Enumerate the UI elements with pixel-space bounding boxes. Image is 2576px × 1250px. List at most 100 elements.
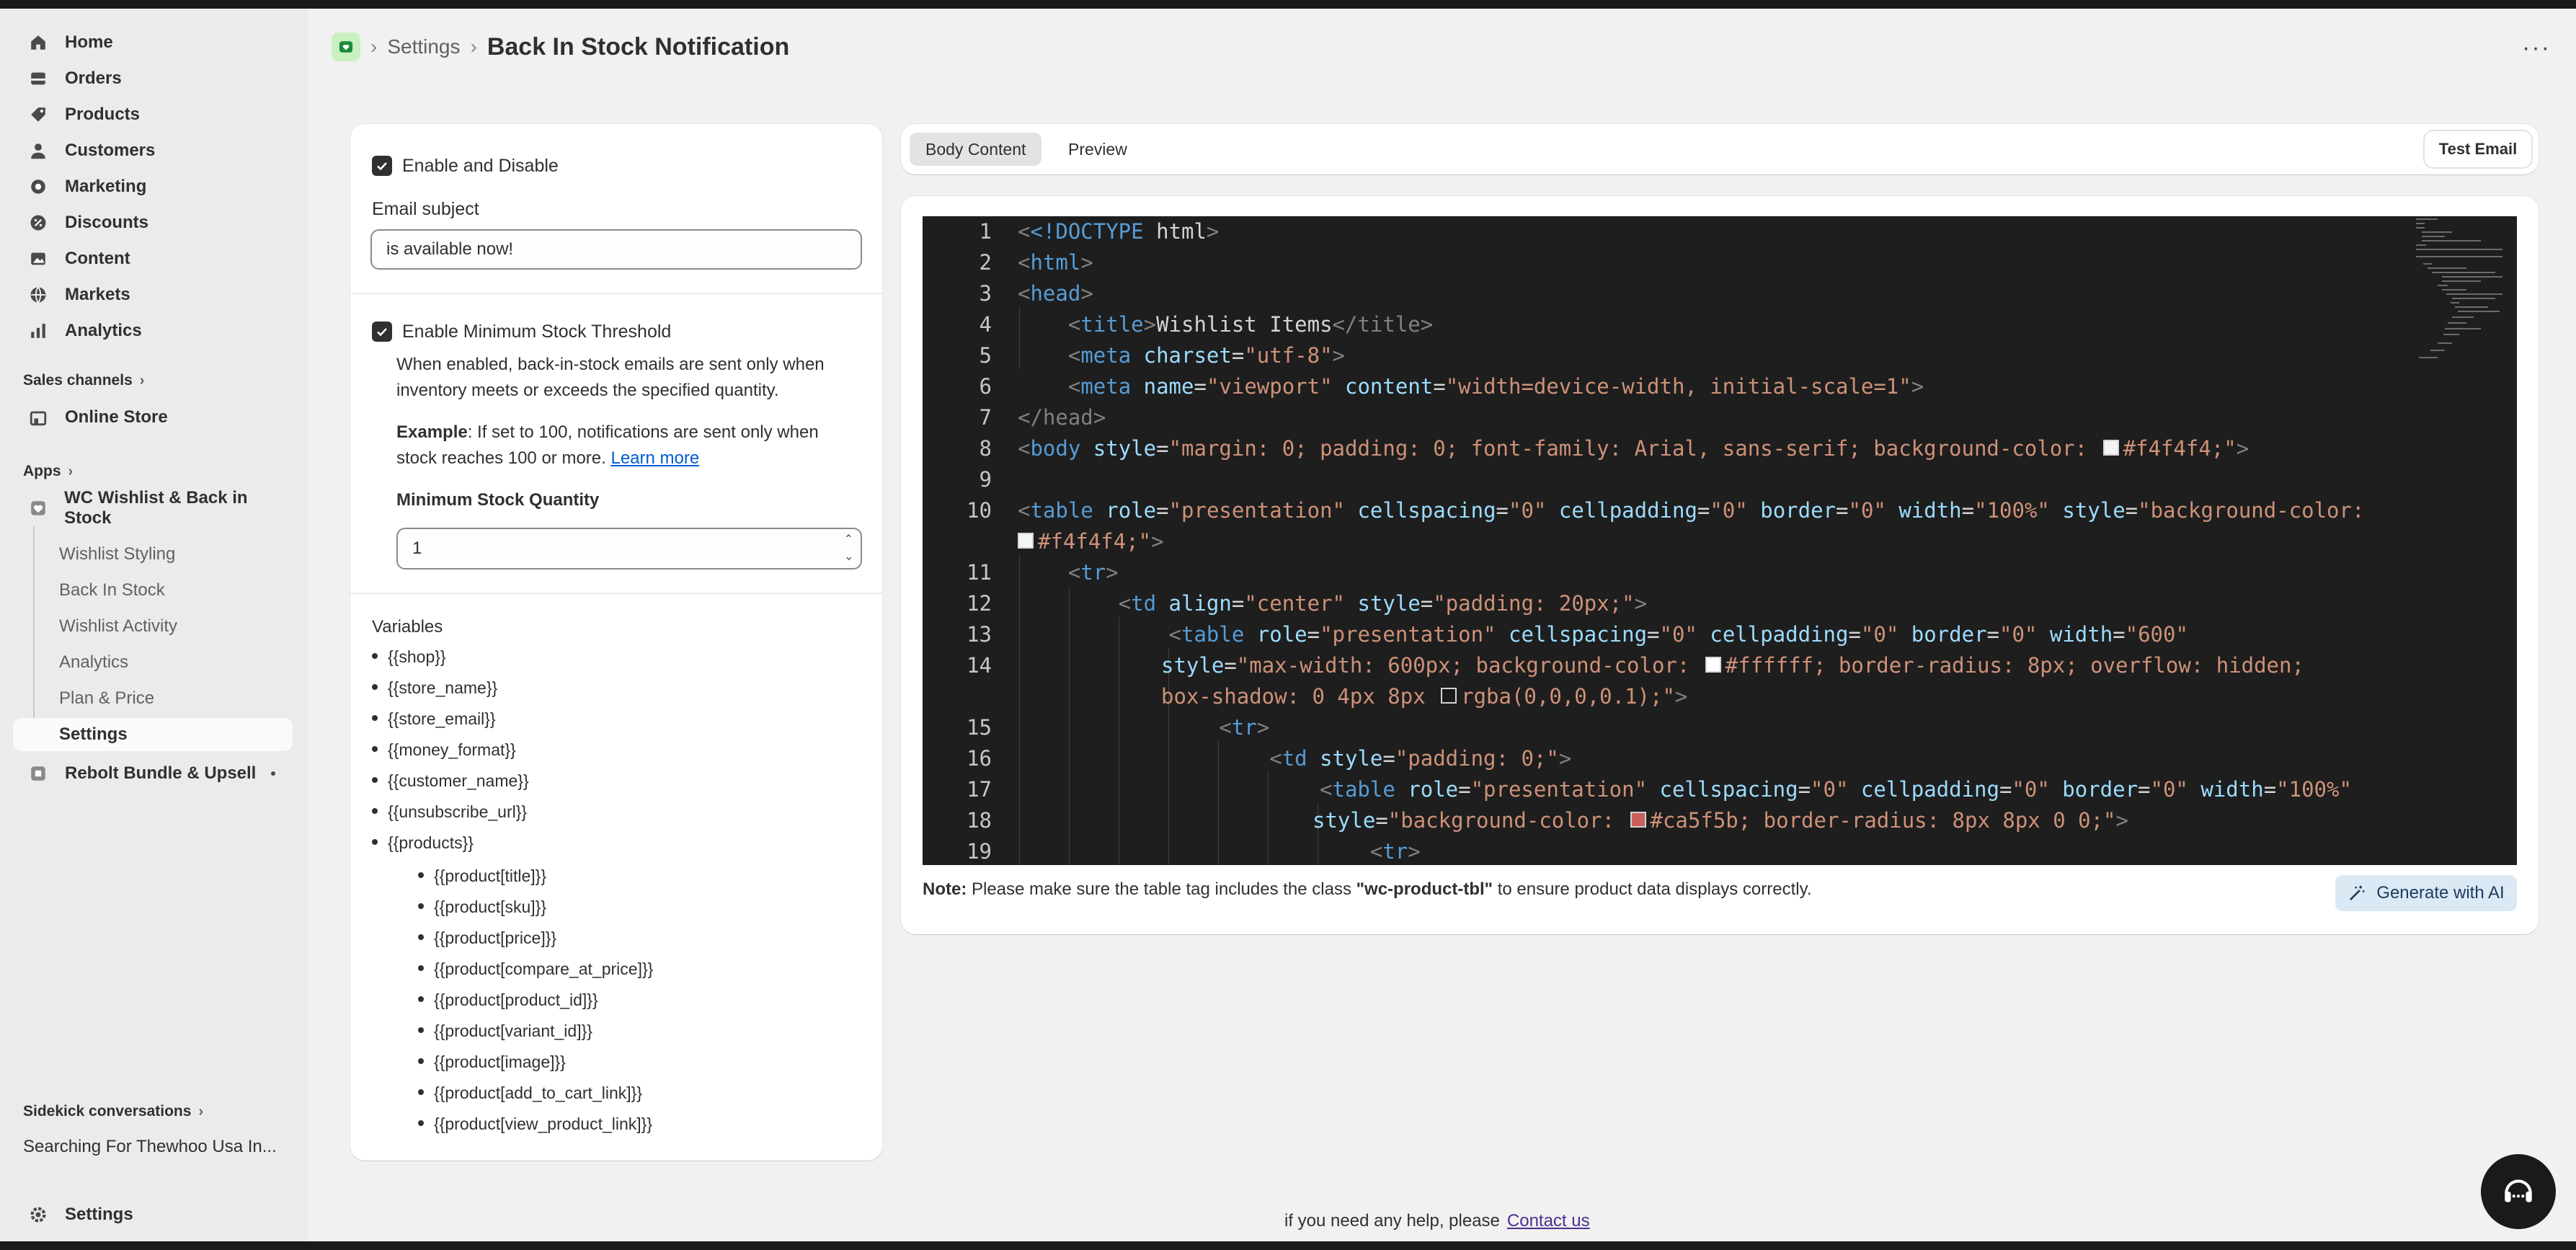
sidebar-item-online-store[interactable]: Online Store [13, 401, 293, 434]
analytics-icon [27, 320, 49, 342]
line-number: 10 [967, 498, 992, 523]
chevron-right-icon: › [68, 463, 74, 479]
sidebar-item-rebolt-app[interactable]: Rebolt Bundle & Upsell [13, 757, 293, 790]
sidebar-item-label: Online Store [65, 407, 168, 427]
subnav-analytics[interactable]: Analytics [59, 646, 128, 679]
code-line: <table role="presentation" cellspacing="… [1320, 777, 2352, 802]
color-swatch[interactable] [1705, 657, 1721, 673]
sidebar-item-label: Rebolt Bundle & Upsell [65, 763, 257, 783]
marketing-icon [27, 176, 49, 198]
editor-tabs-card: Body Content Preview Test Email [901, 124, 2539, 174]
enable-label: Enable and Disable [402, 156, 559, 176]
sidebar-item-markets[interactable]: Markets [13, 278, 293, 311]
sidebar: Home Orders Products Customers Marketing… [0, 9, 308, 1241]
sidebar-item-wc-wishlist-app[interactable]: WC Wishlist & Back in Stock [13, 488, 293, 528]
sidebar-item-discounts[interactable]: Discounts [13, 206, 293, 239]
code-line: <body style="margin: 0; padding: 0; font… [1018, 436, 2249, 461]
breadcrumb-settings-link[interactable]: Settings [387, 35, 460, 58]
pin-dot-icon [271, 771, 275, 776]
line-number: 6 [979, 374, 992, 399]
line-number: 1 [979, 219, 992, 244]
threshold-checkbox[interactable] [372, 322, 392, 342]
subnav-back-in-stock[interactable]: Back In Stock [59, 574, 165, 607]
sidebar-item-marketing[interactable]: Marketing [13, 170, 293, 203]
email-subject-input[interactable]: is available now! [370, 229, 862, 270]
line-number: 12 [967, 591, 992, 616]
code-line: <head> [1018, 281, 1093, 306]
subnav-wishlist-activity[interactable]: Wishlist Activity [59, 610, 177, 643]
product-variable-item: {{product[sku]}} [418, 897, 546, 917]
line-number: 17 [967, 777, 992, 802]
color-swatch[interactable] [1630, 812, 1646, 828]
color-swatch[interactable] [1441, 688, 1457, 704]
subnav-settings[interactable]: Settings [13, 718, 293, 751]
app-icon [27, 763, 49, 784]
sidebar-item-label: Settings [59, 724, 128, 744]
code-line: <meta charset="utf-8"> [1067, 343, 1345, 368]
discounts-icon [27, 212, 49, 234]
product-variable-item: {{product[variant_id]}} [418, 1021, 592, 1041]
stepper-icon[interactable]: ⌃ ⌃ [844, 532, 853, 562]
enable-checkbox[interactable] [372, 156, 392, 176]
sidebar-item-orders[interactable]: Orders [13, 62, 293, 95]
learn-more-link[interactable]: Learn more [610, 448, 699, 468]
code-line: <title>Wishlist Items</title> [1067, 312, 1434, 337]
sidebar-item-home[interactable]: Home [13, 26, 293, 59]
variables-label: Variables [372, 617, 443, 637]
apps-heading[interactable]: Apps › [23, 463, 73, 480]
chevron-right-icon: › [198, 1103, 204, 1120]
generate-with-ai-button[interactable]: Generate with AI [2335, 875, 2517, 911]
sidebar-item-products[interactable]: Products [13, 98, 293, 131]
subnav-wishlist-styling[interactable]: Wishlist Styling [59, 538, 175, 571]
sidebar-item-label: Analytics [65, 321, 142, 340]
store-icon [27, 407, 49, 428]
sidebar-item-settings[interactable]: Settings [13, 1198, 293, 1231]
editor-minimap[interactable] [2416, 216, 2510, 375]
variable-item: {{store_name}} [372, 678, 497, 698]
sidebar-item-content[interactable]: Content [13, 242, 293, 275]
sidebar-item-label: Home [65, 32, 113, 52]
sidekick-heading[interactable]: Sidekick conversations › [23, 1103, 203, 1120]
code-line: </head> [1018, 405, 1106, 430]
code-line: <table role="presentation" cellspacing="… [1018, 498, 2365, 523]
sidekick-conversation-item[interactable]: Searching For Thewhoo Usa In... [23, 1130, 277, 1163]
color-swatch[interactable] [1018, 533, 1034, 549]
threshold-description: When enabled, back-in-stock emails are s… [396, 355, 825, 374]
app-icon [27, 497, 48, 519]
line-number: 3 [979, 281, 992, 306]
sidebar-item-analytics[interactable]: Analytics [13, 314, 293, 347]
sidebar-item-label: Orders [65, 68, 122, 88]
support-chat-button[interactable] [2481, 1154, 2556, 1229]
note-text: Note: Please make sure the table tag inc… [923, 879, 1812, 899]
content-icon [27, 248, 49, 270]
variable-item: {{products}} [372, 833, 474, 853]
product-variable-item: {{product[compare_at_price]}} [418, 959, 653, 979]
chevron-right-icon: › [139, 372, 145, 389]
contact-us-link[interactable]: Contact us [1507, 1211, 1590, 1231]
line-number: 4 [979, 312, 992, 337]
variable-item: {{unsubscribe_url}} [372, 802, 527, 822]
line-number: 13 [967, 622, 992, 647]
breadcrumb-separator: › [370, 35, 378, 58]
code-line: <td align="center" style="padding: 20px;… [1118, 591, 1648, 616]
help-footer: if you need any help, please Contact us [1284, 1211, 1590, 1231]
line-number: 18 [967, 808, 992, 833]
color-swatch[interactable] [2102, 440, 2119, 456]
code-line: <<!DOCTYPE html> [1018, 219, 1220, 244]
sales-channels-heading[interactable]: Sales channels › [23, 372, 144, 389]
more-actions-button[interactable]: ··· [2518, 32, 2554, 63]
test-email-button[interactable]: Test Email [2425, 131, 2531, 167]
subnav-plan-price[interactable]: Plan & Price [59, 682, 154, 715]
line-number: 16 [967, 746, 992, 771]
tab-body-content[interactable]: Body Content [910, 133, 1042, 166]
sidebar-item-label: Customers [65, 141, 156, 160]
divider [350, 593, 882, 594]
tab-preview[interactable]: Preview [1052, 133, 1143, 166]
sidebar-item-customers[interactable]: Customers [13, 134, 293, 167]
example-text: Example: If set to 100, notifications ar… [396, 422, 819, 442]
min-qty-input[interactable]: 1 ⌃ ⌃ [396, 528, 862, 569]
code-editor[interactable]: 1 2 3 4 5 6 7 8 9 10 11 12 13 14 15 16 1… [923, 216, 2517, 865]
app-logo-icon[interactable] [332, 32, 360, 61]
checkmark-icon [377, 162, 387, 171]
markets-icon [27, 284, 49, 306]
